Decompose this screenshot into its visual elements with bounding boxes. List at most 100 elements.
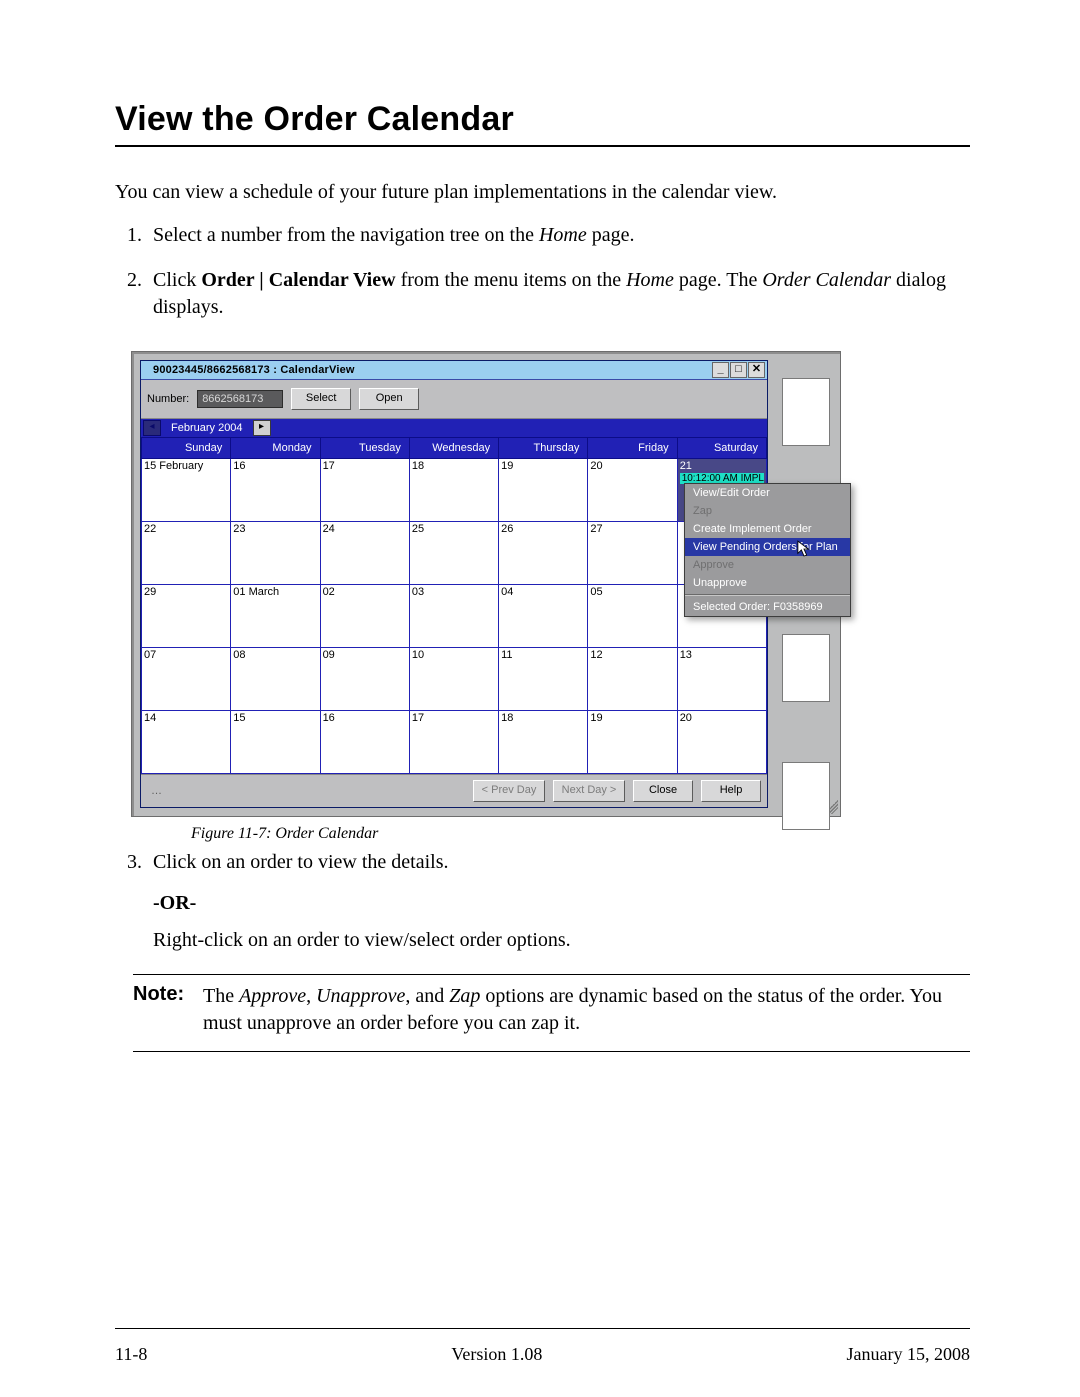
note-rule-top (133, 974, 970, 975)
day-header: Monday (231, 438, 320, 459)
ctx-view-pending-orders[interactable]: View Pending Orders for Plan (685, 538, 850, 556)
close-button[interactable]: Close (633, 780, 693, 802)
calendar-cell[interactable]: 17 (320, 459, 409, 522)
steps-list-continued: Click on an order to view the details. (115, 851, 970, 874)
dialog-titlebar[interactable]: 90023445/8662568173 : CalendarView _ □ ✕ (141, 361, 767, 380)
calendar-cell[interactable]: 16 (231, 459, 320, 522)
month-label: February 2004 (167, 422, 247, 434)
page-footer: 11-8 Version 1.08 January 15, 2008 (115, 1344, 970, 1365)
day-number: 08 (233, 649, 245, 661)
side-panel-box (782, 378, 830, 446)
note-block: Note: The Approve, Unapprove, and Zap op… (133, 983, 970, 1037)
day-number: 15 February (144, 460, 203, 472)
calendar-cell[interactable]: 12 (588, 648, 677, 711)
step-2: Click Order | Calendar View from the men… (147, 267, 970, 321)
day-number: 23 (233, 523, 245, 535)
context-menu[interactable]: View/Edit Order Zap Create Implement Ord… (684, 483, 851, 617)
calendar-cell[interactable]: 01 March (231, 585, 320, 648)
calendar-cell[interactable]: 26 (499, 522, 588, 585)
open-button[interactable]: Open (359, 388, 419, 410)
next-month-button[interactable]: ▸ (253, 420, 271, 436)
window-buttons: _ □ ✕ (711, 362, 765, 378)
step-1-home-italic: Home (539, 224, 587, 246)
ctx-view-edit-order[interactable]: View/Edit Order (685, 484, 850, 502)
calendar-cell[interactable]: 19 (588, 711, 677, 774)
day-number: 26 (501, 523, 513, 535)
next-day-button[interactable]: Next Day > (553, 780, 625, 802)
number-input[interactable] (197, 390, 283, 408)
calendar-cell[interactable]: 24 (320, 522, 409, 585)
help-button[interactable]: Help (701, 780, 761, 802)
calendar-cell[interactable]: 11 (499, 648, 588, 711)
calendar-cell[interactable]: 03 (409, 585, 498, 648)
calendar-cell[interactable]: 10 (409, 648, 498, 711)
day-number: 18 (501, 712, 513, 724)
calendar-cell[interactable]: 25 (409, 522, 498, 585)
note-unapprove-italic: Unapprove (316, 985, 405, 1007)
steps-list: Select a number from the navigation tree… (115, 222, 970, 321)
prev-day-button[interactable]: < Prev Day (473, 780, 545, 802)
calendar-cell[interactable]: 20 (677, 711, 766, 774)
calendar-cell[interactable]: 18 (499, 711, 588, 774)
status-text: … (151, 785, 465, 797)
calendar-cell[interactable]: 09 (320, 648, 409, 711)
day-number: 20 (680, 712, 692, 724)
note-body: The Approve, Unapprove, and Zap options … (203, 983, 970, 1037)
figure-screenshot: 90023445/8662568173 : CalendarView _ □ ✕… (131, 351, 970, 817)
dialog-title: 90023445/8662568173 : CalendarView (141, 364, 355, 376)
calendar-cell[interactable]: 27 (588, 522, 677, 585)
ctx-zap[interactable]: Zap (685, 502, 850, 520)
calendar-cell[interactable]: 15 February (142, 459, 231, 522)
calendar-cell[interactable]: 29 (142, 585, 231, 648)
select-button[interactable]: Select (291, 388, 351, 410)
step-2-home-italic: Home (626, 269, 674, 291)
dialog-bottom-bar: … < Prev Day Next Day > Close Help (141, 774, 767, 807)
footer-date: January 15, 2008 (847, 1344, 970, 1365)
day-number: 19 (590, 712, 602, 724)
calendar-cell[interactable]: 08 (231, 648, 320, 711)
calendar-cell[interactable]: 04 (499, 585, 588, 648)
side-panel-box (782, 762, 830, 830)
calendar-cell[interactable]: 15 (231, 711, 320, 774)
calendar-cell[interactable]: 23 (231, 522, 320, 585)
ctx-view-pending-label: View Pending Orders for Plan (693, 541, 838, 553)
calendar-cell[interactable]: 05 (588, 585, 677, 648)
calendar-cell[interactable]: 19 (499, 459, 588, 522)
calendar-cell[interactable]: 18 (409, 459, 498, 522)
day-header: Saturday (677, 438, 766, 459)
note-a: The (203, 985, 239, 1007)
day-number: 24 (323, 523, 335, 535)
calendar-cell[interactable]: 02 (320, 585, 409, 648)
ctx-approve[interactable]: Approve (685, 556, 850, 574)
figure-caption: Figure 11-7: Order Calendar (191, 825, 970, 843)
calendar-cell[interactable]: 22 (142, 522, 231, 585)
step-2-a: Click (153, 269, 201, 291)
day-header: Thursday (499, 438, 588, 459)
step-2-d: page. The (674, 269, 763, 291)
day-number: 16 (233, 460, 245, 472)
calendar-cell[interactable]: 14 (142, 711, 231, 774)
step-3: Click on an order to view the details. (147, 851, 970, 874)
day-number: 01 March (233, 586, 279, 598)
calendar-cell[interactable]: 20 (588, 459, 677, 522)
maximize-button[interactable]: □ (730, 362, 747, 378)
minimize-button[interactable]: _ (712, 362, 729, 378)
calendar-cell[interactable]: 07 (142, 648, 231, 711)
close-window-button[interactable]: ✕ (748, 362, 765, 378)
ctx-unapprove[interactable]: Unapprove (685, 574, 850, 592)
calendar-cell[interactable]: 13 (677, 648, 766, 711)
day-number: 14 (144, 712, 156, 724)
side-panel-box (782, 634, 830, 702)
day-header: Sunday (142, 438, 231, 459)
day-number: 02 (323, 586, 335, 598)
intro-text: You can view a schedule of your future p… (115, 181, 970, 204)
day-header: Wednesday (409, 438, 498, 459)
prev-month-button[interactable]: ◂ (143, 420, 161, 436)
calendar-cell[interactable]: 17 (409, 711, 498, 774)
step-2-bold: Order | Calendar View (201, 269, 395, 291)
ctx-create-implement-order[interactable]: Create Implement Order (685, 520, 850, 538)
right-click-text: Right-click on an order to view/select o… (153, 929, 970, 952)
calendar-cell[interactable]: 16 (320, 711, 409, 774)
calendar-dialog: 90023445/8662568173 : CalendarView _ □ ✕… (140, 360, 768, 808)
day-number: 25 (412, 523, 424, 535)
